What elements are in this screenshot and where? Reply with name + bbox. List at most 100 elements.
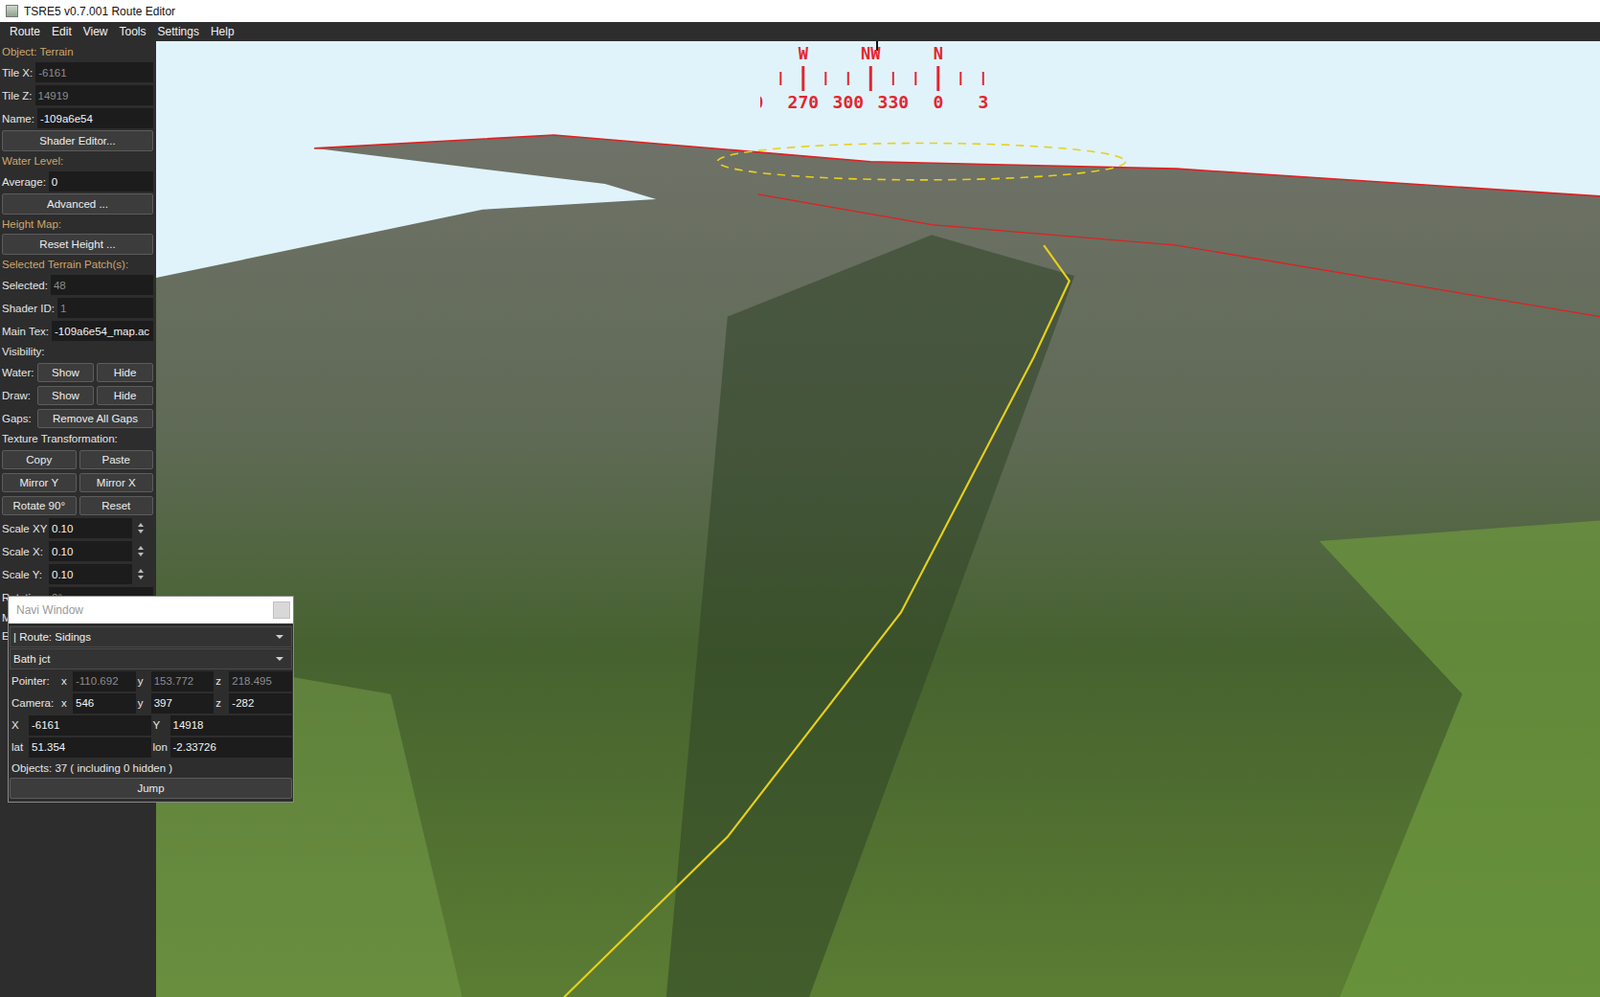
panel-button[interactable]: Copy — [1, 450, 77, 470]
property-field: 14919 — [35, 85, 154, 106]
property-label: Selected: — [1, 279, 48, 292]
menu-item[interactable]: Tools — [113, 24, 153, 39]
property-row: Tile Z:14919 — [1, 84, 154, 107]
panel-button[interactable]: Advanced ... — [1, 193, 154, 215]
compass: WNWN027030033003 — [760, 41, 1000, 124]
up-arrow-icon[interactable] — [137, 522, 144, 527]
properties-panel: Object: TerrainTile X:-6161Tile Z:14919N… — [0, 41, 157, 997]
axis-label: x — [61, 697, 71, 709]
menu-bar: RouteEditViewToolsSettingsHelp — [0, 22, 1600, 42]
panel-button[interactable]: Reset — [79, 495, 155, 516]
property-field[interactable]: -109a6e54 — [37, 108, 154, 129]
coord-field: 153.772 — [151, 671, 215, 692]
compass-degree: 0 — [760, 91, 764, 113]
section-label: Texture Transformation: — [1, 429, 154, 448]
coord-field[interactable]: -282 — [228, 693, 293, 714]
3d-viewport[interactable]: WNWN027030033003 — [156, 41, 1600, 997]
panel-button[interactable]: Reset Height ... — [1, 233, 154, 255]
panel-button[interactable]: Mirror X — [79, 473, 155, 493]
property-label: Tile Z: — [1, 90, 33, 102]
panel-button[interactable]: Mirror Y — [1, 473, 77, 493]
coord-field[interactable]: 51.354 — [28, 737, 152, 758]
button-row: Draw:ShowHide — [1, 383, 154, 406]
panel-button[interactable]: Remove All Gaps — [37, 408, 154, 429]
main-area: Object: TerrainTile X:-6161Tile Z:14919N… — [0, 41, 1600, 997]
property-field: 1 — [57, 297, 154, 318]
spin-field[interactable]: 0.10 — [48, 518, 133, 539]
panel-button[interactable]: Show — [37, 362, 94, 383]
coord-field: 218.495 — [228, 671, 293, 692]
down-arrow-icon[interactable] — [137, 575, 144, 580]
coord-field[interactable]: -2.33726 — [170, 737, 293, 758]
spinner[interactable] — [135, 545, 146, 557]
app-icon — [5, 4, 19, 18]
spinner[interactable] — [135, 568, 146, 580]
navi-body: | Route: SidingsBath jctPointer:x-110.69… — [8, 623, 293, 802]
property-row: Tile X:-6161 — [1, 61, 154, 84]
section-label: Object: Terrain — [1, 43, 154, 61]
panel-button[interactable]: Hide — [96, 362, 154, 383]
menu-item[interactable]: Route — [3, 24, 46, 39]
property-field[interactable]: 0 — [48, 171, 154, 192]
objects-count: Objects: 37 ( including 0 hidden ) — [9, 758, 293, 777]
property-field: 48 — [50, 274, 154, 295]
panel-button[interactable]: Rotate 90° — [1, 495, 77, 516]
panel-button[interactable]: Paste — [79, 450, 155, 470]
pair-row: X-6161Y14918 — [9, 714, 293, 736]
panel-button[interactable]: Hide — [96, 385, 154, 406]
navi-title-bar[interactable]: Navi Window — [8, 596, 293, 624]
panel-button[interactable]: Shader Editor... — [1, 130, 154, 152]
button-row: CopyPaste — [1, 448, 154, 471]
property-label: Scale Y: — [1, 568, 46, 581]
close-icon[interactable] — [272, 601, 291, 619]
menu-item[interactable]: View — [77, 24, 114, 39]
button-row: Rotate 90°Reset — [1, 494, 154, 517]
property-label: Name: — [1, 112, 35, 125]
spin-field[interactable]: 0.10 — [48, 563, 133, 585]
menu-item[interactable]: Help — [204, 24, 241, 39]
property-row: Shader ID:1 — [1, 296, 154, 319]
property-row: Name:-109a6e54 — [1, 107, 154, 130]
compass-heading: N — [933, 44, 944, 64]
section-label: Water Level: — [1, 152, 154, 170]
property-label: Shader ID: — [1, 302, 55, 315]
up-arrow-icon[interactable] — [137, 545, 144, 550]
button-row: Advanced ... — [1, 193, 154, 215]
terrain-render — [156, 41, 1600, 997]
menu-item[interactable]: Settings — [152, 24, 205, 39]
property-label: Main Tex: — [1, 325, 49, 338]
button-row: Water:ShowHide — [1, 360, 154, 384]
spin-row: Scale X:0.10 — [1, 540, 154, 563]
down-arrow-icon[interactable] — [137, 529, 144, 534]
compass-heading: NW — [860, 44, 880, 64]
coord-field[interactable]: 14918 — [170, 715, 293, 736]
jump-button[interactable]: Jump — [9, 777, 293, 799]
caret-icon — [275, 656, 284, 661]
compass-degree: 3 — [977, 91, 989, 113]
section-label: Selected Terrain Patch(s): — [1, 255, 154, 273]
down-arrow-icon[interactable] — [137, 552, 144, 557]
navi-window[interactable]: Navi Window| Route: SidingsBath jctPoint… — [7, 595, 294, 803]
panel-button[interactable]: Show — [37, 385, 94, 406]
navi-dropdown[interactable]: | Route: Sidings — [9, 626, 293, 648]
property-label: Scale X: — [1, 545, 46, 558]
coord-field[interactable]: 397 — [151, 693, 215, 714]
property-field[interactable]: -109a6e54_map.ac — [51, 320, 154, 341]
up-arrow-icon[interactable] — [137, 568, 144, 573]
spin-field[interactable]: 0.10 — [48, 540, 133, 562]
property-row: Selected:48 — [1, 273, 154, 296]
axis-label: lat — [11, 741, 27, 753]
caret-icon — [275, 634, 284, 639]
section-label: Visibility: — [1, 342, 154, 361]
coord-row: Camera:x546y397z-282 — [9, 692, 293, 714]
coord-row: Pointer:x-110.692y153.772z218.495 — [9, 670, 293, 692]
spinner[interactable] — [135, 522, 146, 534]
compass-heading: W — [798, 44, 809, 64]
menu-item[interactable]: Edit — [45, 24, 78, 39]
navi-dropdown[interactable]: Bath jct — [9, 648, 293, 670]
compass-degree: 300 — [833, 91, 865, 113]
coord-field[interactable]: -6161 — [28, 715, 152, 736]
coord-field[interactable]: 546 — [72, 693, 136, 714]
axis-label: Y — [153, 719, 169, 731]
property-label: Draw: — [1, 389, 35, 402]
